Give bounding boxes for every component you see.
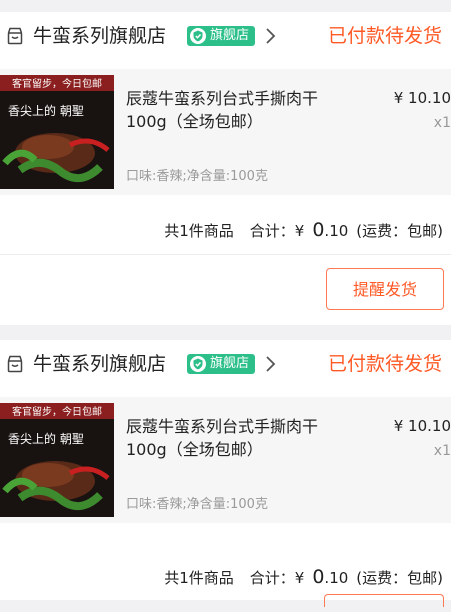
- total-amount-decimal: .10: [324, 569, 349, 587]
- total-amount-decimal: .10: [324, 222, 349, 240]
- total-label: 合计：: [249, 222, 295, 240]
- product-row[interactable]: 客官留步，今日包邮 香尖上的 朝聖 辰蔻牛蛮系列台式手撕肉干100g（全场包邮）…: [0, 69, 451, 195]
- image-overlay-text: 客官留步，今日包邮: [12, 77, 102, 90]
- product-image[interactable]: 客官留步，今日包邮 香尖上的 朝聖: [0, 403, 114, 517]
- shop-name[interactable]: 牛蛮系列旗舰店: [33, 350, 166, 378]
- product-spec: 口味:香辣;净含量:100克: [126, 169, 268, 184]
- divider: [0, 254, 451, 255]
- chevron-right-icon[interactable]: [264, 353, 278, 375]
- chevron-right-icon[interactable]: [264, 25, 278, 47]
- product-title[interactable]: 辰蔻牛蛮系列台式手撕肉干100g（全场包邮）: [126, 415, 344, 461]
- order-summary: 共1件商品 合计：¥ 0.10 (运费：包邮): [164, 565, 443, 590]
- product-row[interactable]: 客官留步，今日包邮 香尖上的 朝聖 辰蔻牛蛮系列台式手撕肉干100g（全场包邮）…: [0, 397, 451, 523]
- order-card[interactable]: 牛蛮系列旗舰店 旗舰店 已付款待发货 客官留步，今日包邮 香尖上的 朝聖 辰蔻牛…: [0, 340, 451, 600]
- product-quantity: x1: [433, 443, 451, 459]
- order-status: 已付款待发货: [327, 353, 442, 375]
- remind-shipping-button[interactable]: 提醒发货: [326, 268, 444, 310]
- order-summary: 共1件商品 合计：¥ 0.10 (运费：包邮): [164, 218, 443, 243]
- badge-label: 旗舰店: [210, 28, 250, 43]
- total-amount-main: 0: [312, 219, 325, 241]
- store-icon: [7, 355, 23, 373]
- product-price: ¥ 10.10: [393, 417, 451, 435]
- remind-shipping-button-partial[interactable]: [324, 594, 444, 607]
- currency-symbol: ¥: [294, 222, 305, 240]
- store-icon: [7, 27, 23, 45]
- product-quantity: x1: [433, 115, 451, 131]
- shipping-info: (运费：包邮): [356, 569, 443, 587]
- shop-header[interactable]: 牛蛮系列旗舰店 旗舰店 已付款待发货: [0, 340, 451, 388]
- image-brand-text: 香尖上的 朝聖: [8, 431, 84, 446]
- order-status: 已付款待发货: [327, 25, 442, 47]
- shield-check-icon: [190, 356, 206, 372]
- product-image[interactable]: 客官留步，今日包邮 香尖上的 朝聖: [0, 75, 114, 189]
- shop-header[interactable]: 牛蛮系列旗舰店 旗舰店 已付款待发货: [0, 12, 451, 60]
- item-count: 共1件商品: [164, 222, 234, 240]
- shipping-info: (运费：包邮): [356, 222, 443, 240]
- product-title[interactable]: 辰蔻牛蛮系列台式手撕肉干100g（全场包邮）: [126, 87, 344, 133]
- shop-name[interactable]: 牛蛮系列旗舰店: [33, 22, 166, 50]
- currency-symbol: ¥: [294, 569, 305, 587]
- product-price: ¥ 10.10: [393, 89, 451, 107]
- total-label: 合计：: [249, 569, 295, 587]
- total-amount-main: 0: [312, 566, 325, 588]
- flagship-badge: 旗舰店: [187, 354, 256, 374]
- item-count: 共1件商品: [164, 569, 234, 587]
- image-overlay-text: 客官留步，今日包邮: [12, 405, 102, 418]
- flagship-badge: 旗舰店: [187, 26, 256, 46]
- image-brand-text: 香尖上的 朝聖: [8, 103, 84, 118]
- order-card[interactable]: 牛蛮系列旗舰店 旗舰店 已付款待发货 客官留步，今日包邮 香尖上的 朝聖 辰蔻牛…: [0, 12, 451, 325]
- product-spec: 口味:香辣;净含量:100克: [126, 497, 268, 512]
- badge-label: 旗舰店: [210, 356, 250, 371]
- shield-check-icon: [190, 28, 206, 44]
